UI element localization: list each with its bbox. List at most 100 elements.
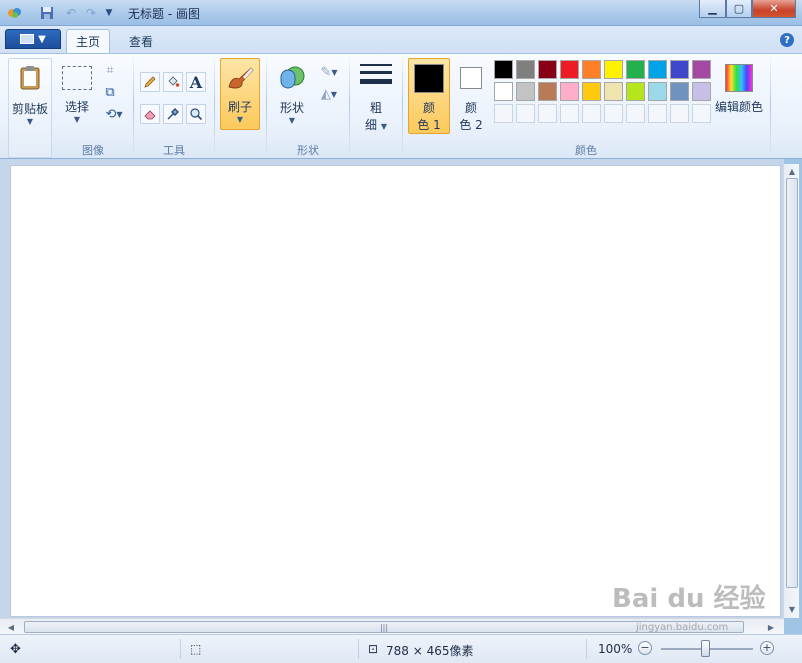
palette-swatch[interactable]	[648, 60, 667, 79]
undo-icon[interactable]: ↶	[62, 4, 80, 22]
pencil-icon[interactable]	[140, 72, 160, 92]
select-button[interactable]: 选择 ▼	[58, 58, 96, 134]
palette-swatch[interactable]	[582, 82, 601, 101]
canvas-dimensions: 788 × 465像素	[386, 644, 474, 658]
maximize-button[interactable]: ▢	[726, 0, 752, 18]
status-divider	[358, 639, 359, 659]
custom-color-slot[interactable]	[494, 104, 513, 123]
watermark-text: Bai du 经验	[612, 584, 766, 614]
magnifier-icon[interactable]	[186, 104, 206, 124]
window-title: 无标题 - 画图	[128, 7, 200, 21]
color2-label-2: 色 2	[459, 118, 483, 132]
edit-colors-button[interactable]: 编辑颜色	[714, 58, 764, 134]
custom-color-slot[interactable]	[538, 104, 557, 123]
palette-swatch[interactable]	[626, 60, 645, 79]
paint-menu-button[interactable]: ▼	[5, 29, 61, 49]
brush-button[interactable]: 刷子 ▼	[220, 58, 260, 130]
palette-swatch[interactable]	[560, 60, 579, 79]
clipboard-button[interactable]: 剪贴板 ▼	[8, 58, 52, 158]
palette-swatch[interactable]	[560, 82, 579, 101]
tab-view[interactable]: 查看	[118, 29, 164, 53]
palette-swatch[interactable]	[538, 82, 557, 101]
select-rectangle-icon	[62, 66, 92, 90]
palette-swatch[interactable]	[670, 60, 689, 79]
workspace	[0, 159, 784, 618]
zoom-out-button[interactable]: −	[638, 641, 652, 655]
palette-swatch[interactable]	[648, 82, 667, 101]
vertical-scrollbar[interactable]: ▲ ▼	[783, 164, 799, 618]
group-label-tools: 工具	[163, 144, 185, 157]
fill-bucket-icon[interactable]	[163, 72, 183, 92]
custom-color-slot[interactable]	[516, 104, 535, 123]
quick-access-dropdown-icon[interactable]: ▼	[102, 4, 116, 22]
drawing-canvas[interactable]	[10, 165, 781, 617]
palette-swatch[interactable]	[516, 82, 535, 101]
group-label-colors: 颜色	[575, 144, 597, 157]
vertical-scroll-thumb[interactable]	[786, 178, 798, 588]
close-button[interactable]: ✕	[752, 0, 796, 18]
color1-button[interactable]: 颜 色 1	[408, 58, 450, 134]
custom-color-slot[interactable]	[670, 104, 689, 123]
text-tool-icon[interactable]: A	[186, 72, 206, 92]
palette-swatch[interactable]	[692, 82, 711, 101]
cursor-position-icon: ✥	[10, 642, 21, 657]
scroll-left-icon[interactable]: ◀	[4, 620, 18, 634]
ribbon-tab-row: ▼ 主页 查看 ?	[0, 26, 802, 53]
palette-swatch[interactable]	[516, 60, 535, 79]
group-divider	[214, 58, 215, 154]
chevron-down-icon: ▼	[73, 115, 81, 124]
custom-color-slot[interactable]	[626, 104, 645, 123]
palette-swatch[interactable]	[582, 60, 601, 79]
palette-swatch[interactable]	[670, 82, 689, 101]
custom-color-slot[interactable]	[604, 104, 623, 123]
custom-color-slot[interactable]	[648, 104, 667, 123]
palette-swatch[interactable]	[538, 60, 557, 79]
redo-icon[interactable]: ↷	[82, 4, 100, 22]
color-picker-icon[interactable]	[163, 104, 183, 124]
chevron-down-icon: ▼	[288, 116, 296, 125]
scroll-down-icon[interactable]: ▼	[785, 602, 799, 616]
shapes-label: 形状	[279, 101, 304, 115]
color2-button[interactable]: 颜 色 2	[452, 58, 490, 134]
maximize-icon: ▢	[733, 2, 745, 15]
group-divider	[770, 58, 771, 154]
status-divider	[180, 639, 181, 659]
edit-colors-icon	[725, 64, 753, 92]
clipboard-icon	[17, 65, 43, 94]
eraser-icon[interactable]	[140, 104, 160, 124]
app-icon[interactable]	[6, 4, 24, 22]
resize-icon[interactable]: ⧉	[100, 82, 120, 102]
palette-swatch[interactable]	[494, 60, 513, 79]
rotate-icon[interactable]: ⟲ ▼	[100, 104, 128, 124]
minimize-button[interactable]: ▁	[699, 0, 726, 18]
custom-color-slot[interactable]	[560, 104, 579, 123]
palette-swatch[interactable]	[604, 60, 623, 79]
zoom-slider-thumb[interactable]	[701, 640, 710, 657]
tab-home[interactable]: 主页	[66, 29, 110, 53]
shapes-button[interactable]: 形状 ▼	[272, 58, 312, 134]
group-divider	[349, 58, 350, 154]
close-icon: ✕	[769, 2, 779, 15]
scroll-up-icon[interactable]: ▲	[785, 164, 799, 178]
palette-swatch[interactable]	[692, 60, 711, 79]
color2-label-1: 颜	[464, 101, 477, 115]
fill-icon[interactable]: ◭ ▼	[316, 84, 342, 104]
palette-swatch[interactable]	[494, 82, 513, 101]
palette-swatch[interactable]	[604, 82, 623, 101]
custom-color-slot[interactable]	[692, 104, 711, 123]
minus-icon: −	[640, 641, 650, 654]
palette-swatch[interactable]	[626, 82, 645, 101]
color2-swatch	[460, 67, 482, 89]
group-label-shapes: 形状	[297, 144, 319, 157]
paint-menu-icon	[20, 34, 35, 44]
color1-swatch	[414, 64, 444, 93]
save-icon[interactable]	[38, 4, 56, 22]
outline-icon[interactable]: ✎ ▼	[316, 62, 342, 82]
custom-color-slot[interactable]	[582, 104, 601, 123]
zoom-in-button[interactable]: +	[760, 641, 774, 655]
size-button[interactable]: 粗 细 ▼	[356, 58, 396, 134]
help-icon[interactable]: ?	[780, 33, 794, 47]
selection-size-icon: ⬚	[190, 642, 202, 656]
crop-icon[interactable]: ⌗	[100, 60, 120, 80]
canvas-size-icon: ⊡	[368, 642, 379, 656]
